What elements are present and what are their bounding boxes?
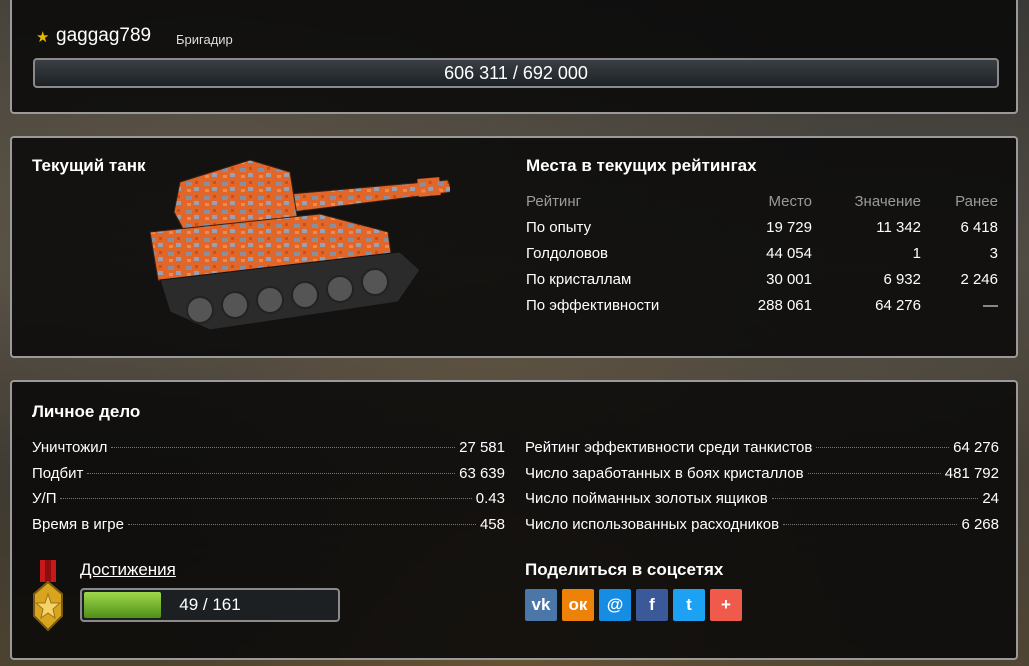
twitter-icon[interactable]: t — [673, 589, 705, 621]
medal-icon — [33, 560, 63, 632]
rating-previous: 6 418 — [960, 218, 998, 236]
stat-row: Число использованных расходников 6 268 — [525, 516, 999, 542]
dotted-leader — [87, 472, 456, 474]
rating-place: 19 729 — [766, 218, 812, 236]
dotted-leader — [127, 523, 476, 525]
rating-name: По опыту — [526, 218, 592, 236]
rating-value: 6 932 — [883, 270, 921, 288]
rating-value: 11 342 — [876, 218, 921, 236]
rank-title: Бригадир — [176, 32, 233, 47]
personal-file-title: Личное дело — [32, 402, 141, 421]
stats-panel: Личное дело Уничтожил 27 581 Подбит 63 6… — [10, 380, 1018, 660]
mail-icon[interactable]: @ — [599, 589, 631, 621]
plus-icon[interactable]: + — [710, 589, 742, 621]
stat-row: Время в игре 458 — [32, 516, 505, 542]
user-panel: ★ gaggag789 Бригадир 606 311 / 692 000 — [10, 0, 1018, 114]
ratings-title: Места в текущих рейтингах — [526, 156, 757, 175]
stat-label: Число заработанных в боях кристаллов — [525, 464, 804, 482]
odnoklassniki-icon[interactable]: ок — [562, 589, 594, 621]
share-title: Поделиться в соцсетях — [525, 560, 724, 579]
ratings-header-row: Рейтинг Место Значение Ранее — [526, 188, 998, 214]
achievements-progress-text: 49 / 161 — [179, 595, 241, 614]
stat-value: 458 — [479, 515, 505, 533]
username: gaggag789 — [56, 25, 152, 46]
dotted-leader — [111, 447, 456, 448]
ratings-header-place: Место — [768, 192, 812, 210]
rating-place: 44 054 — [766, 244, 812, 262]
dotted-leader — [60, 498, 472, 499]
stat-row: Рейтинг эффективности среди танкистов 64… — [525, 439, 999, 465]
rating-place: 288 061 — [757, 296, 812, 314]
stat-row: Уничтожил 27 581 — [32, 439, 505, 465]
achievements-progress-bar: 49 / 161 — [80, 588, 340, 622]
rating-name: По эффективности — [526, 296, 660, 314]
rating-previous: 3 — [989, 244, 998, 262]
facebook-icon[interactable]: f — [636, 589, 668, 621]
stat-value: 63 639 — [459, 464, 505, 482]
ratings-row: Голдоловов 44 054 1 3 — [526, 240, 998, 266]
ratings-header-value: Значение — [854, 192, 921, 210]
stat-value: 24 — [982, 490, 999, 507]
dotted-leader — [783, 523, 958, 525]
dotted-leader — [816, 447, 950, 448]
dotted-leader — [807, 472, 941, 474]
rating-value: 1 — [912, 244, 921, 262]
ratings-table: Рейтинг Место Значение Ранее По опыту 19… — [526, 188, 998, 318]
stat-value: 481 792 — [944, 464, 999, 482]
stat-value: 27 581 — [459, 439, 505, 456]
stats-right-list: Рейтинг эффективности среди танкистов 64… — [525, 439, 999, 541]
rating-name: Голдоловов — [526, 244, 609, 262]
ratings-header-rating: Рейтинг — [526, 192, 582, 210]
dotted-leader — [771, 498, 979, 499]
stat-value: 64 276 — [953, 439, 999, 456]
rating-place: 30 001 — [766, 270, 812, 288]
stat-value: 6 268 — [961, 515, 999, 533]
rating-name: По кристаллам — [526, 270, 632, 288]
current-tank-title: Текущий танк — [32, 156, 146, 175]
ratings-header-previous: Ранее — [955, 192, 998, 210]
ratings-row: По кристаллам 30 001 6 932 2 246 — [526, 266, 998, 292]
tank-image — [149, 159, 450, 331]
stat-label: Рейтинг эффективности среди танкистов — [525, 439, 813, 456]
achievements-link[interactable]: Достижения — [80, 560, 176, 580]
stat-label: Подбит — [32, 464, 84, 482]
vk-icon[interactable]: vk — [525, 589, 557, 621]
stats-left-list: Уничтожил 27 581 Подбит 63 639 У/П 0.43 … — [32, 439, 505, 541]
stat-label: Уничтожил — [32, 439, 108, 456]
stat-row: Число пойманных золотых ящиков 24 — [525, 490, 999, 516]
ratings-row: По эффективности 288 061 64 276 — — [526, 292, 998, 318]
rank-star-icon: ★ — [36, 29, 50, 46]
stat-label: Число пойманных золотых ящиков — [525, 490, 768, 507]
rating-previous: — — [983, 296, 998, 314]
stat-row: Подбит 63 639 — [32, 465, 505, 491]
rating-value: 64 276 — [875, 296, 921, 314]
stat-label: У/П — [32, 490, 57, 507]
stat-label: Число использованных расходников — [525, 515, 780, 533]
stat-row: У/П 0.43 — [32, 490, 505, 516]
ratings-row: По опыту 19 729 11 342 6 418 — [526, 214, 998, 240]
tank-panel: Текущий танк Места в текущих рейтингах Р… — [10, 136, 1018, 358]
rating-previous: 2 246 — [960, 270, 998, 288]
stat-row: Число заработанных в боях кристаллов 481… — [525, 465, 999, 491]
stat-value: 0.43 — [475, 490, 505, 507]
stat-label: Время в игре — [32, 515, 124, 533]
experience-bar: 606 311 / 692 000 — [33, 58, 999, 88]
